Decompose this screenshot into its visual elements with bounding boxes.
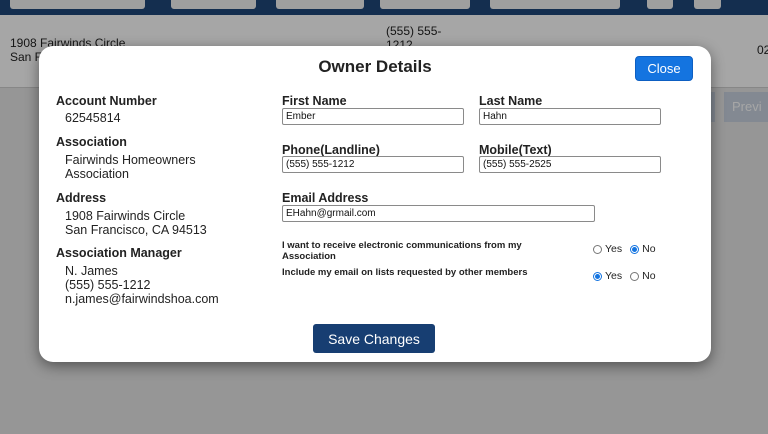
email-address-label: Email Address (282, 191, 369, 205)
electronic-no-radio[interactable] (630, 244, 640, 254)
phone-landline-label: Phone(Landline) (282, 143, 380, 157)
email-list-options: Yes No (593, 270, 664, 282)
electronic-yes-label: Yes (605, 243, 623, 255)
association-value: Fairwinds Homeowners Association (65, 153, 196, 181)
phone-landline-input[interactable] (282, 156, 464, 173)
mobile-text-input[interactable] (479, 156, 661, 173)
email-address-input[interactable] (282, 205, 595, 222)
association-manager-label: Association Manager (56, 246, 182, 260)
mobile-text-label: Mobile(Text) (479, 143, 552, 157)
account-number-value: 62545814 (65, 111, 121, 125)
first-name-label: First Name (282, 94, 347, 108)
electronic-yes-radio[interactable] (593, 244, 602, 254)
first-name-input[interactable] (282, 108, 464, 125)
email-list-no-label: No (642, 270, 656, 282)
association-manager-value: N. James (555) 555-1212 n.james@fairwind… (65, 264, 219, 306)
email-list-yes-label: Yes (605, 270, 623, 282)
close-button[interactable]: Close (635, 56, 693, 81)
email-list-no-radio[interactable] (630, 271, 640, 281)
electronic-no-label: No (642, 243, 656, 255)
association-label: Association (56, 135, 127, 149)
email-list-yes-radio[interactable] (593, 271, 602, 281)
account-number-label: Account Number (56, 94, 157, 108)
electronic-communications-options: Yes No (593, 243, 664, 255)
last-name-input[interactable] (479, 108, 661, 125)
email-list-text: Include my email on lists requested by o… (282, 267, 528, 278)
electronic-communications-text: I want to receive electronic communicati… (282, 240, 522, 262)
owner-details-modal: Owner Details Close Account Number 62545… (39, 46, 711, 362)
modal-title: Owner Details (318, 57, 432, 76)
address-value: 1908 Fairwinds Circle San Francisco, CA … (65, 209, 207, 237)
last-name-label: Last Name (479, 94, 543, 108)
address-label: Address (56, 191, 107, 205)
save-changes-button[interactable]: Save Changes (313, 324, 435, 353)
